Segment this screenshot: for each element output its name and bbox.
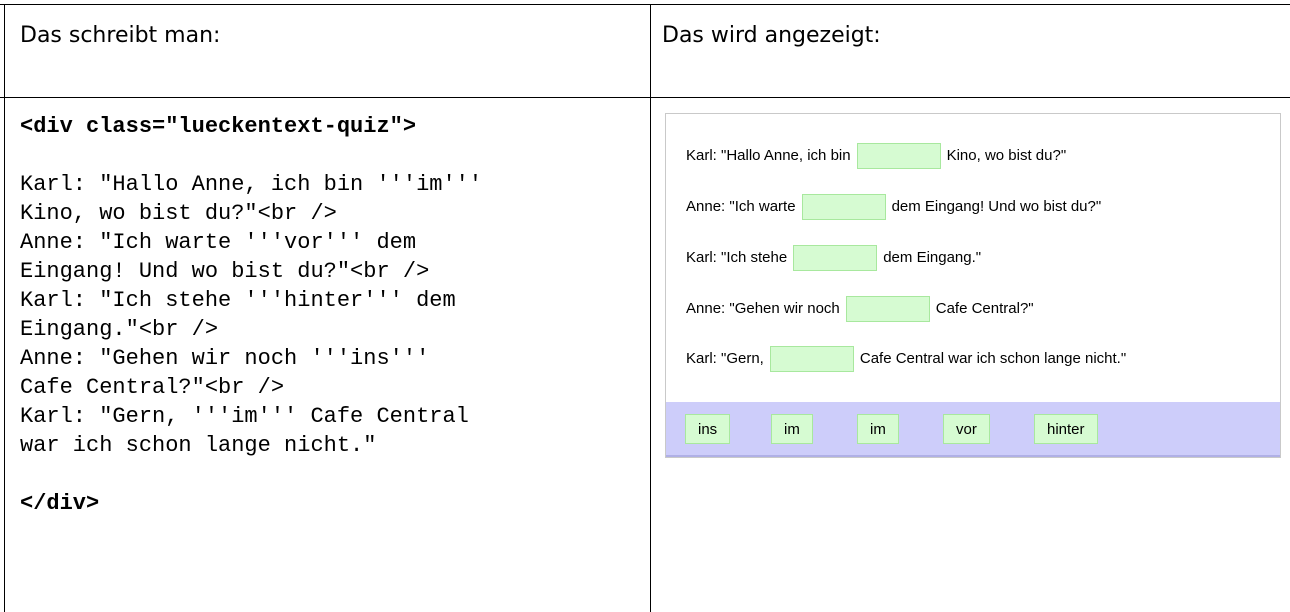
sentence-after: dem Eingang! Und wo bist du?" [891,198,1102,215]
sentence-after: Kino, wo bist du?" [946,147,1067,164]
sentence-before: Karl: "Gern, [686,350,764,367]
sentence-before: Anne: "Ich warte [686,198,796,215]
sentence-before: Anne: "Gehen wir noch [686,300,840,317]
word-bank: ins im im vor hinter [666,402,1280,457]
table-border-left [4,4,5,612]
sentence-before: Karl: "Ich stehe [686,249,788,266]
sentence-after: dem Eingang." [883,249,982,266]
code-line: Karl: "Gern, '''im''' Cafe Central [20,404,469,429]
word-chip-im[interactable]: im [771,414,813,444]
code-line: war ich schon lange nicht." [20,433,377,458]
word-chip-ins[interactable]: ins [685,414,731,444]
sentence-after: Cafe Central?" [935,300,1034,317]
quiz-sentence: Anne: "Gehen wir noch Cafe Central?" [686,295,1034,323]
header-left: Das schreibt man: [20,23,221,48]
sentence-after: Cafe Central war ich schon lange nicht." [859,350,1127,367]
code-block: <div class="lueckentext-quiz"> Karl: "Ha… [20,112,640,518]
quiz-sentence: Karl: "Ich stehe dem Eingang." [686,244,981,272]
code-line: Karl: "Hallo Anne, ich bin '''im''' [20,172,483,197]
word-chip-hinter[interactable]: hinter [1034,414,1098,444]
word-chip-vor[interactable]: vor [943,414,990,444]
code-line: Eingang! Und wo bist du?"<br /> [20,259,430,284]
drop-gap[interactable] [856,143,941,169]
word-chip-im[interactable]: im [857,414,899,444]
quiz-sentence: Karl: "Hallo Anne, ich bin Kino, wo bist… [686,142,1066,170]
code-line: Anne: "Ich warte '''vor''' dem [20,230,417,255]
sentence-before: Karl: "Hallo Anne, ich bin [686,147,851,164]
code-line: Cafe Central?"<br /> [20,375,285,400]
header-right: Das wird angezeigt: [662,23,881,48]
code-line: Kino, wo bist du?"<br /> [20,201,337,226]
table-border-header-divider [0,97,1290,98]
drop-gap[interactable] [801,194,886,220]
quiz-sentence: Karl: "Gern, Cafe Central war ich schon … [686,345,1126,373]
code-line: Eingang."<br /> [20,317,219,342]
table-border-top [0,4,1290,5]
code-open-tag: <div class="lueckentext-quiz"> [20,114,417,139]
quiz-preview: Karl: "Hallo Anne, ich bin Kino, wo bist… [665,113,1281,458]
code-line: Karl: "Ich stehe '''hinter''' dem [20,288,456,313]
drop-gap[interactable] [769,346,854,372]
quiz-sentence: Anne: "Ich warte dem Eingang! Und wo bis… [686,193,1101,221]
code-line: Anne: "Gehen wir noch '''ins''' [20,346,430,371]
code-close-tag: </div> [20,491,100,516]
drop-gap[interactable] [793,245,878,271]
table-column-divider [650,4,651,612]
drop-gap[interactable] [845,296,930,322]
